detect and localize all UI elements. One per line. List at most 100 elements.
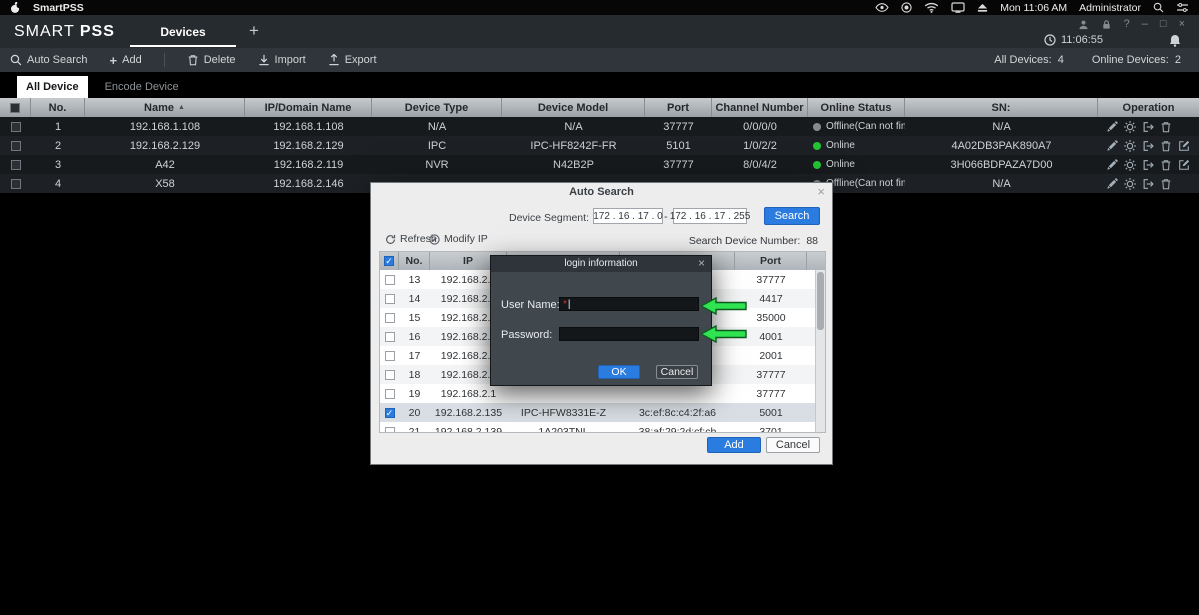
modify-icon[interactable]	[1178, 140, 1190, 152]
column-header[interactable]: No.	[399, 252, 430, 270]
select-all-checkbox[interactable]	[0, 98, 31, 117]
row-checkbox[interactable]	[0, 155, 31, 174]
row-checkbox[interactable]	[380, 422, 399, 433]
logout-icon[interactable]	[1142, 178, 1154, 190]
segment-start-input[interactable]: 172 . 16 . 17 . 0	[593, 208, 663, 224]
logout-icon[interactable]	[1142, 140, 1154, 152]
display-mirroring-icon[interactable]	[951, 2, 965, 13]
user-account-icon[interactable]	[1078, 19, 1089, 30]
cell-name: 192.168.2.129	[85, 136, 245, 155]
subtab-all-device[interactable]: All Device	[17, 76, 88, 98]
delete-icon[interactable]	[1160, 159, 1172, 171]
maximize-button[interactable]: □	[1160, 18, 1167, 30]
refresh-icon	[385, 234, 396, 245]
row-checkbox[interactable]	[380, 327, 399, 346]
logout-icon[interactable]	[1142, 159, 1154, 171]
wifi-icon[interactable]	[924, 2, 939, 13]
apple-menu-icon[interactable]	[10, 1, 21, 14]
add-device-button[interactable]: + Add	[110, 53, 142, 68]
device-row[interactable]: 3A42192.168.2.119NVRN42B2P377778/0/4/2On…	[0, 155, 1199, 174]
cell-operation	[1098, 155, 1199, 174]
row-checkbox[interactable]	[380, 270, 399, 289]
row-checkbox[interactable]	[380, 346, 399, 365]
edit-icon[interactable]	[1106, 140, 1118, 152]
export-icon	[328, 54, 340, 66]
close-icon[interactable]: ×	[698, 256, 705, 271]
edit-icon[interactable]	[1106, 178, 1118, 190]
modify-icon[interactable]	[1178, 159, 1190, 171]
column-header[interactable]: Device Model	[502, 98, 645, 117]
alarm-bell-icon[interactable]	[1169, 34, 1181, 47]
scrollbar-thumb[interactable]	[817, 272, 824, 330]
device-row[interactable]: 2192.168.2.129192.168.2.129IPCIPC-HF8242…	[0, 136, 1199, 155]
annotation-arrow-username	[701, 297, 747, 315]
search-result-row[interactable]: 21192.168.2.1391A203TNL38:af:29:2d:cf:cb…	[380, 422, 825, 433]
column-header[interactable]: Channel Number	[712, 98, 808, 117]
settings-icon[interactable]	[1124, 178, 1136, 190]
column-header[interactable]: Port	[645, 98, 712, 117]
row-checkbox[interactable]: ✓	[380, 403, 399, 422]
row-checkbox[interactable]	[380, 289, 399, 308]
cancel-login-button[interactable]: Cancel	[656, 365, 698, 379]
row-checkbox[interactable]	[380, 365, 399, 384]
close-icon[interactable]: ×	[817, 184, 825, 200]
cell-online-status: Online	[808, 155, 905, 174]
help-icon[interactable]: ?	[1124, 18, 1130, 30]
settings-icon[interactable]	[1124, 140, 1136, 152]
delete-icon[interactable]	[1160, 121, 1172, 133]
scrollbar[interactable]	[815, 270, 825, 432]
subtab-encode-device[interactable]: Encode Device	[96, 76, 188, 98]
search-result-row[interactable]: 19192.168.2.137777	[380, 384, 825, 403]
edit-icon[interactable]	[1106, 121, 1118, 133]
row-checkbox[interactable]	[0, 136, 31, 155]
select-all-checkbox[interactable]: ✓	[380, 252, 399, 270]
spotlight-search-icon[interactable]	[1153, 2, 1164, 13]
online-devices-count: Online Devices:2	[1092, 54, 1181, 66]
settings-icon[interactable]	[1124, 159, 1136, 171]
auto-search-button[interactable]: Auto Search	[10, 54, 88, 66]
ok-button[interactable]: OK	[598, 365, 640, 379]
tab-devices[interactable]: Devices	[130, 15, 236, 48]
row-checkbox[interactable]	[380, 308, 399, 327]
column-header[interactable]: No.	[31, 98, 85, 117]
username-field[interactable]: * |	[559, 297, 699, 311]
logout-icon[interactable]	[1142, 121, 1154, 133]
password-field[interactable]	[559, 327, 699, 341]
edit-icon[interactable]	[1106, 159, 1118, 171]
menubar-clock[interactable]: Mon 11:06 AM	[1000, 2, 1067, 14]
add-selected-button[interactable]: Add	[707, 437, 761, 453]
import-button[interactable]: Import	[258, 54, 306, 66]
menubar-user[interactable]: Administrator	[1079, 2, 1141, 14]
column-header[interactable]: Port	[735, 252, 807, 270]
cell-sn: N/A	[905, 117, 1098, 136]
search-result-row[interactable]: ✓20192.168.2.135IPC-HFW8331E-Z3c:ef:8c:c…	[380, 403, 825, 422]
search-button[interactable]: Search	[764, 207, 820, 225]
export-button[interactable]: Export	[328, 54, 377, 66]
add-tab-button[interactable]: +	[244, 21, 264, 41]
row-checkbox[interactable]	[380, 384, 399, 403]
menubar-app-name[interactable]: SmartPSS	[33, 2, 84, 14]
device-row[interactable]: 1192.168.1.108192.168.1.108N/AN/A377770/…	[0, 117, 1199, 136]
control-center-icon[interactable]	[1176, 3, 1189, 12]
modify-ip-button[interactable]: Modify IP	[429, 233, 488, 245]
column-header[interactable]: Device Type	[372, 98, 502, 117]
eye-icon[interactable]	[875, 3, 889, 12]
column-header[interactable]: IP/Domain Name	[245, 98, 372, 117]
close-button[interactable]: ×	[1179, 18, 1185, 30]
delete-icon[interactable]	[1160, 140, 1172, 152]
column-header[interactable]: Online Status	[808, 98, 905, 117]
eject-icon[interactable]	[977, 3, 988, 13]
minimize-button[interactable]: –	[1142, 18, 1148, 30]
row-checkbox[interactable]	[0, 117, 31, 136]
column-header[interactable]: Operation	[1098, 98, 1199, 117]
delete-icon[interactable]	[1160, 178, 1172, 190]
settings-icon[interactable]	[1124, 121, 1136, 133]
column-header[interactable]: Name▲	[85, 98, 245, 117]
cancel-search-button[interactable]: Cancel	[766, 437, 820, 453]
record-icon[interactable]	[901, 2, 912, 13]
row-checkbox[interactable]	[0, 174, 31, 193]
lock-icon[interactable]	[1101, 19, 1112, 30]
segment-end-input[interactable]: 172 . 16 . 17 . 255	[673, 208, 747, 224]
delete-button[interactable]: Delete	[187, 54, 236, 66]
column-header[interactable]: SN:	[905, 98, 1098, 117]
